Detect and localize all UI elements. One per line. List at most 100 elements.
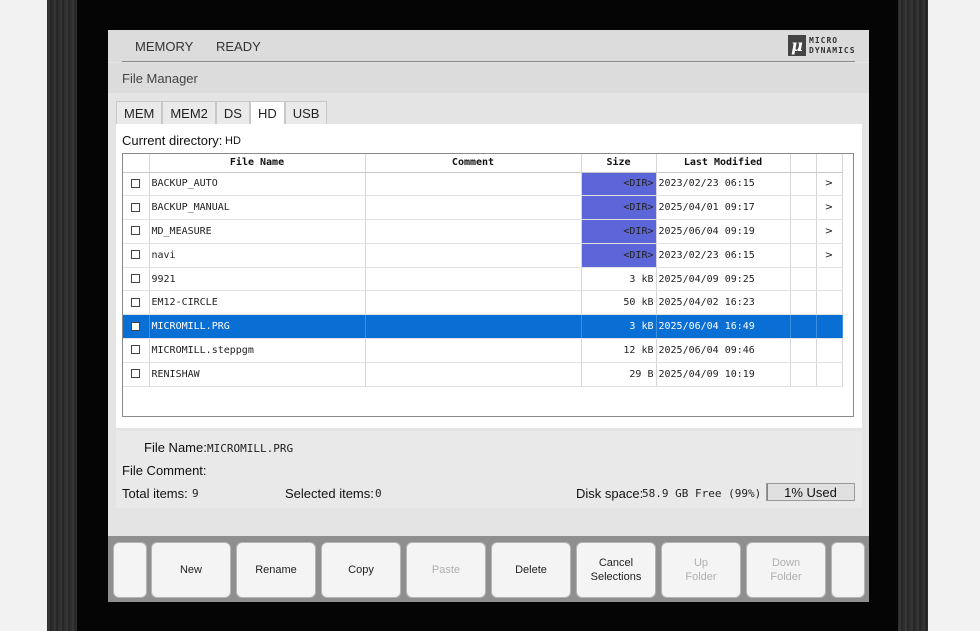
- file-size-cell: <DIR>: [581, 219, 657, 244]
- header-size[interactable]: Size: [581, 154, 657, 173]
- logo-line-1: MICRO: [809, 36, 839, 45]
- file-checkbox-cell[interactable]: [123, 195, 150, 221]
- file-row[interactable]: RENISHAW 29 B 2025/04/09 10:19: [123, 362, 843, 387]
- file-checkbox-cell[interactable]: [123, 290, 150, 316]
- file-checkbox[interactable]: [131, 178, 141, 188]
- header-extra: [790, 154, 817, 173]
- file-name-cell: BACKUP_AUTO: [149, 172, 366, 197]
- file-row[interactable]: MD_MEASURE <DIR> 2025/06/04 09:19 >: [123, 219, 843, 244]
- status-divider: [122, 61, 855, 62]
- folder-open-arrow: [816, 362, 843, 387]
- file-comment-cell: [365, 243, 582, 268]
- file-size-cell: 50 kB: [581, 290, 657, 316]
- file-checkbox-cell[interactable]: [123, 243, 150, 268]
- selected-items-value: 0: [375, 487, 382, 500]
- disk-usage-bar: 1% Used: [766, 483, 855, 501]
- file-comment-label: File Comment:: [122, 463, 207, 478]
- file-checkbox-cell[interactable]: [123, 172, 150, 197]
- file-name-value: MICROMILL.PRG: [207, 442, 294, 455]
- file-row[interactable]: MICROMILL.steppgm 12 kB 2025/06/04 09:46: [123, 338, 843, 363]
- file-size-cell: <DIR>: [581, 172, 657, 197]
- softkey-up-folder[interactable]: Up Folder: [661, 542, 741, 598]
- file-row[interactable]: EM12-CIRCLE 50 kB 2025/04/02 16:23: [123, 290, 843, 316]
- file-name-cell: MICROMILL.PRG: [149, 314, 366, 340]
- folder-open-arrow[interactable]: >: [816, 219, 843, 244]
- file-checkbox-cell[interactable]: [123, 338, 150, 363]
- file-checkbox-cell[interactable]: [123, 267, 150, 292]
- file-size-cell: <DIR>: [581, 195, 657, 221]
- file-modified-cell: 2025/04/09 09:25: [656, 267, 791, 292]
- tab-usb[interactable]: USB: [284, 101, 328, 125]
- file-checkbox[interactable]: [131, 226, 141, 236]
- logo-mark: μ: [788, 35, 806, 56]
- file-modified-cell: 2025/04/01 09:17: [656, 195, 791, 221]
- softkey-rename[interactable]: Rename: [236, 542, 316, 598]
- softkey-cancel-selections[interactable]: Cancel Selections: [576, 542, 656, 598]
- file-comment-cell: [365, 267, 582, 292]
- file-extra-cell: [790, 338, 817, 363]
- softkey-paste[interactable]: Paste: [406, 542, 486, 598]
- softkey-delete[interactable]: Delete: [491, 542, 571, 598]
- disk-space-label: Disk space:: [576, 486, 644, 501]
- file-name-label: File Name:: [144, 440, 207, 455]
- file-comment-cell: [365, 172, 582, 197]
- file-name-cell: MD_MEASURE: [149, 219, 366, 244]
- disk-usage-label: 1% Used: [784, 485, 837, 500]
- folder-open-arrow[interactable]: >: [816, 195, 843, 221]
- tab-mem[interactable]: MEM: [116, 101, 163, 125]
- file-checkbox-cell[interactable]: [123, 219, 150, 244]
- file-extra-cell: [790, 314, 817, 340]
- file-checkbox-cell[interactable]: [123, 362, 150, 387]
- header-comment[interactable]: Comment: [365, 154, 582, 173]
- softkey-bar: New Rename Copy Paste Delete Cancel Selection…: [108, 536, 869, 602]
- file-checkbox[interactable]: [131, 297, 141, 307]
- file-row[interactable]: BACKUP_AUTO <DIR> 2023/02/23 06:15 >: [123, 172, 843, 197]
- file-row[interactable]: MICROMILL.PRG 3 kB 2025/06/04 16:49: [123, 314, 843, 340]
- folder-open-arrow[interactable]: >: [816, 172, 843, 197]
- softkey-blank-0[interactable]: [113, 542, 147, 598]
- total-items-label: Total items:: [122, 486, 188, 501]
- file-name-cell: BACKUP_MANUAL: [149, 195, 366, 221]
- file-checkbox[interactable]: [131, 345, 141, 355]
- title-bar: File Manager: [108, 63, 869, 93]
- tab-mem2[interactable]: MEM2: [162, 101, 216, 125]
- folder-open-arrow: [816, 338, 843, 363]
- memory-status: MEMORY: [135, 39, 194, 54]
- file-row[interactable]: 9921 3 kB 2025/04/09 09:25: [123, 267, 843, 292]
- file-modified-cell: 2025/04/09 10:19: [656, 362, 791, 387]
- file-name-cell: RENISHAW: [149, 362, 366, 387]
- header-file-name[interactable]: File Name: [149, 154, 366, 173]
- file-extra-cell: [790, 219, 817, 244]
- header-last-modified[interactable]: Last Modified: [656, 154, 791, 173]
- file-name-cell: navi: [149, 243, 366, 268]
- softkey-blank-9[interactable]: [831, 542, 865, 598]
- cnc-screen: MEMORY READY μ MICRO DYNAMICS File Manag…: [108, 30, 869, 602]
- softkey-copy[interactable]: Copy: [321, 542, 401, 598]
- file-list[interactable]: File Name Comment Size Last Modified BAC…: [122, 153, 854, 417]
- file-table-header: File Name Comment Size Last Modified: [123, 154, 843, 173]
- file-checkbox[interactable]: [131, 321, 141, 331]
- selected-items-label: Selected items:: [285, 486, 374, 501]
- folder-open-arrow: [816, 314, 843, 340]
- file-row[interactable]: BACKUP_MANUAL <DIR> 2025/04/01 09:17 >: [123, 195, 843, 221]
- softkey-down-folder[interactable]: Down Folder: [746, 542, 826, 598]
- tab-ds[interactable]: DS: [215, 101, 250, 125]
- file-checkbox-cell[interactable]: [123, 314, 150, 340]
- left-side-panel: [47, 0, 77, 631]
- file-table: File Name Comment Size Last Modified BAC…: [123, 154, 843, 387]
- file-checkbox[interactable]: [131, 274, 141, 284]
- file-comment-cell: [365, 314, 582, 340]
- drive-tabs: MEM MEM2 DS HD USB: [116, 101, 328, 125]
- file-checkbox[interactable]: [131, 202, 141, 212]
- file-name-cell: EM12-CIRCLE: [149, 290, 366, 316]
- file-extra-cell: [790, 195, 817, 221]
- file-checkbox[interactable]: [131, 250, 141, 260]
- file-row[interactable]: navi <DIR> 2023/02/23 06:15 >: [123, 243, 843, 268]
- softkey-new[interactable]: New: [151, 542, 231, 598]
- file-panel: Current directory: HD File Name Comment …: [116, 124, 862, 428]
- right-side-panel: [898, 0, 928, 631]
- file-extra-cell: [790, 243, 817, 268]
- folder-open-arrow[interactable]: >: [816, 243, 843, 268]
- file-checkbox[interactable]: [131, 369, 141, 379]
- tab-hd[interactable]: HD: [249, 101, 285, 125]
